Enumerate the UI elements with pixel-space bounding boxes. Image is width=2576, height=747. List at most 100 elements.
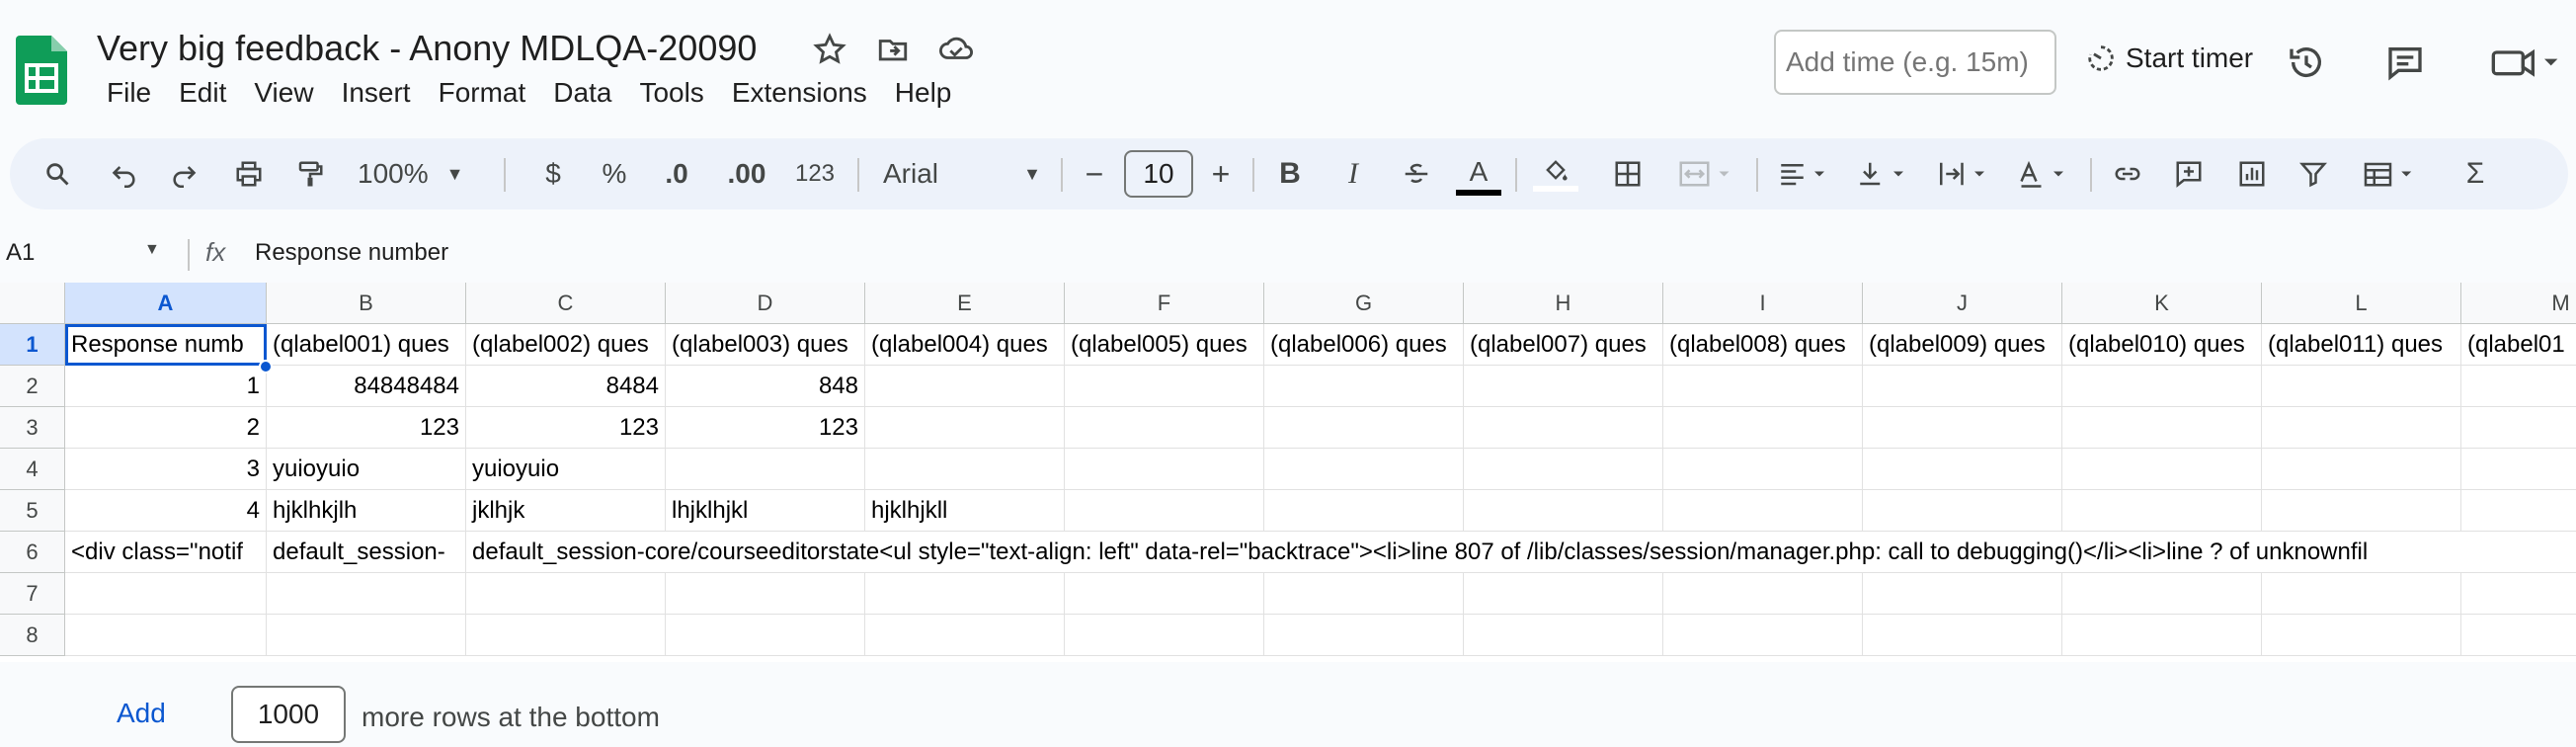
menu-insert[interactable]: Insert [334, 77, 419, 109]
cell-a3[interactable]: 2 [65, 407, 267, 449]
grid-cell-empty[interactable] [1065, 449, 1264, 490]
grid-cell-empty[interactable] [1264, 573, 1464, 615]
cell-c6[interactable]: default_session-core/courseeditorstate<u… [466, 532, 2576, 573]
menu-edit[interactable]: Edit [171, 77, 234, 109]
cell-c2[interactable]: 8484 [466, 366, 666, 407]
cell-l1[interactable]: (qlabel011) ques [2262, 324, 2461, 366]
italic-button[interactable]: I [1333, 138, 1373, 209]
menu-file[interactable]: File [99, 77, 159, 109]
grid-cell-empty[interactable] [1663, 615, 1863, 656]
column-header-d[interactable]: D [666, 283, 865, 324]
grid-cell-empty[interactable] [1464, 490, 1663, 532]
strikethrough-icon[interactable] [1397, 138, 1436, 209]
text-color-button[interactable]: A [1454, 138, 1503, 209]
column-header-i[interactable]: I [1663, 283, 1863, 324]
cell-a4[interactable]: 3 [65, 449, 267, 490]
grid-cell-empty[interactable] [1065, 615, 1264, 656]
cell-e5[interactable]: hjklhjkll [865, 490, 1065, 532]
cell-j1[interactable]: (qlabel009) ques [1863, 324, 2062, 366]
row-header-5[interactable]: 5 [0, 490, 65, 532]
grid-cell-empty[interactable] [2461, 573, 2576, 615]
grid-cell-empty[interactable] [666, 615, 865, 656]
cell-a6[interactable]: <div class="notif [65, 532, 267, 573]
row-header-4[interactable]: 4 [0, 449, 65, 490]
font-size-input[interactable]: 10 [1124, 150, 1193, 198]
comments-icon[interactable] [2380, 38, 2430, 87]
table-views-icon[interactable] [2351, 138, 2430, 209]
grid-cell-empty[interactable] [1464, 407, 1663, 449]
column-header-a[interactable]: A [65, 283, 267, 324]
horizontal-align-icon[interactable] [1770, 138, 1839, 209]
cell-f1[interactable]: (qlabel005) ques [1065, 324, 1264, 366]
grid-cell-empty[interactable] [2262, 490, 2461, 532]
cell-e1[interactable]: (qlabel004) ques [865, 324, 1065, 366]
cell-b4[interactable]: yuioyuio [267, 449, 466, 490]
insert-link-icon[interactable] [2108, 138, 2147, 209]
cell-d2[interactable]: 848 [666, 366, 865, 407]
increase-decimal-button[interactable]: .00 [717, 138, 776, 209]
cell-b3[interactable]: 123 [267, 407, 466, 449]
document-title[interactable]: Very big feedback - Anony MDLQA-20090 [97, 28, 757, 69]
cell-a5[interactable]: 4 [65, 490, 267, 532]
grid-cell-empty[interactable] [666, 573, 865, 615]
decrease-font-size-button[interactable]: − [1077, 138, 1112, 209]
grid-cell-empty[interactable] [1863, 449, 2062, 490]
paint-format-icon[interactable] [290, 138, 330, 209]
menu-extensions[interactable]: Extensions [724, 77, 875, 109]
cell-c5[interactable]: jklhjk [466, 490, 666, 532]
cell-c1[interactable]: (qlabel002) ques [466, 324, 666, 366]
grid-cell-empty[interactable] [1863, 573, 2062, 615]
grid-cell-empty[interactable] [2262, 615, 2461, 656]
cloud-status-icon[interactable] [936, 30, 976, 69]
row-header-1[interactable]: 1 [0, 324, 65, 366]
column-header-c[interactable]: C [466, 283, 666, 324]
column-header-f[interactable]: F [1065, 283, 1264, 324]
cell-m1[interactable]: (qlabel01 [2461, 324, 2576, 366]
menu-data[interactable]: Data [545, 77, 619, 109]
cell-b1[interactable]: (qlabel001) ques [267, 324, 466, 366]
grid-cell-empty[interactable] [1065, 366, 1264, 407]
cell-h1[interactable]: (qlabel007) ques [1464, 324, 1663, 366]
column-header-j[interactable]: J [1863, 283, 2062, 324]
text-wrapping-icon[interactable] [1930, 138, 1999, 209]
grid-cell-empty[interactable] [2062, 490, 2262, 532]
grid-cell-empty[interactable] [2461, 366, 2576, 407]
fill-handle[interactable] [259, 360, 273, 374]
column-header-l[interactable]: L [2262, 283, 2461, 324]
grid-cell-empty[interactable] [267, 573, 466, 615]
vertical-align-icon[interactable] [1849, 138, 1918, 209]
functions-button[interactable]: Σ [2455, 138, 2495, 209]
grid-cell-empty[interactable] [2262, 407, 2461, 449]
column-header-g[interactable]: G [1264, 283, 1464, 324]
grid-cell-empty[interactable] [865, 449, 1065, 490]
grid-cell-empty[interactable] [865, 573, 1065, 615]
grid-cell-empty[interactable] [1264, 615, 1464, 656]
column-header-e[interactable]: E [865, 283, 1065, 324]
undo-icon[interactable] [105, 138, 144, 209]
cell-c4[interactable]: yuioyuio [466, 449, 666, 490]
grid-cell-empty[interactable] [466, 615, 666, 656]
cell-d5[interactable]: lhjklhjkl [666, 490, 865, 532]
grid-cell-empty[interactable] [1663, 490, 1863, 532]
grid-cell-empty[interactable] [1264, 449, 1464, 490]
row-header-6[interactable]: 6 [0, 532, 65, 573]
redo-icon[interactable] [164, 138, 203, 209]
cell-k1[interactable]: (qlabel010) ques [2062, 324, 2262, 366]
cell-b2[interactable]: 84848484 [267, 366, 466, 407]
zoom-select[interactable]: 100% ▼ [358, 138, 476, 209]
insert-chart-icon[interactable] [2232, 138, 2272, 209]
increase-font-size-button[interactable]: + [1203, 138, 1239, 209]
cell-a2[interactable]: 1 [65, 366, 267, 407]
menu-help[interactable]: Help [887, 77, 960, 109]
grid-cell-empty[interactable] [2262, 449, 2461, 490]
cell-b6[interactable]: default_session- [267, 532, 466, 573]
grid-cell-empty[interactable] [1663, 573, 1863, 615]
grid-cell-empty[interactable] [2062, 573, 2262, 615]
grid-cell-empty[interactable] [1464, 366, 1663, 407]
decrease-decimal-button[interactable]: .0 [652, 138, 701, 209]
number-format-button[interactable]: 123 [790, 138, 840, 209]
grid-cell-empty[interactable] [2461, 407, 2576, 449]
print-icon[interactable] [229, 138, 269, 209]
fill-color-icon[interactable] [1531, 138, 1580, 209]
row-header-8[interactable]: 8 [0, 615, 65, 656]
